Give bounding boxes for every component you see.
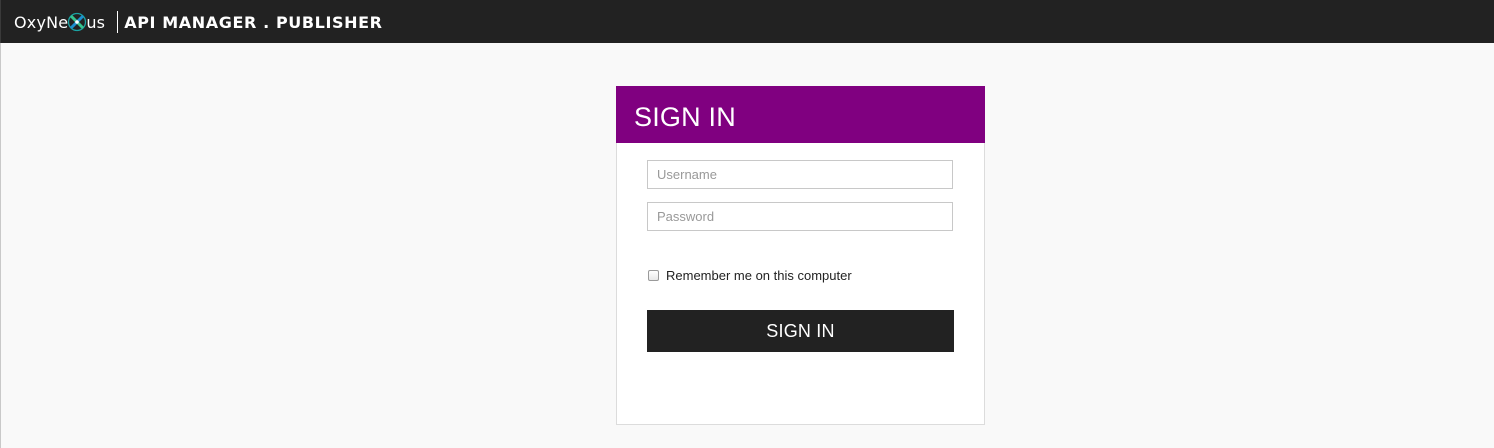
password-input[interactable] — [647, 202, 953, 231]
sign-in-panel: SIGN IN Remember me on this computer SIG… — [616, 86, 985, 425]
sign-in-title: SIGN IN — [634, 102, 736, 132]
username-input[interactable] — [647, 160, 953, 189]
brand-name-left: OxyNe — [14, 12, 69, 32]
remember-me-label: Remember me on this computer — [666, 268, 852, 283]
brand[interactable]: OxyNe us API MANAGER . PUBLISHER — [14, 10, 383, 34]
top-navigation-bar: OxyNe us API MANAGER . PUBLISHER — [0, 0, 1494, 43]
oxynexus-x-logo-icon — [68, 12, 87, 32]
sign-in-button[interactable]: SIGN IN — [647, 310, 954, 352]
header-divider — [117, 11, 119, 33]
product-title: API MANAGER . PUBLISHER — [124, 12, 383, 32]
page-left-border — [0, 43, 1, 448]
remember-me-checkbox[interactable] — [648, 270, 659, 281]
brand-name-right: us — [86, 12, 106, 32]
remember-me-row[interactable]: Remember me on this computer — [648, 268, 852, 283]
sign-in-panel-header: SIGN IN — [616, 86, 985, 143]
